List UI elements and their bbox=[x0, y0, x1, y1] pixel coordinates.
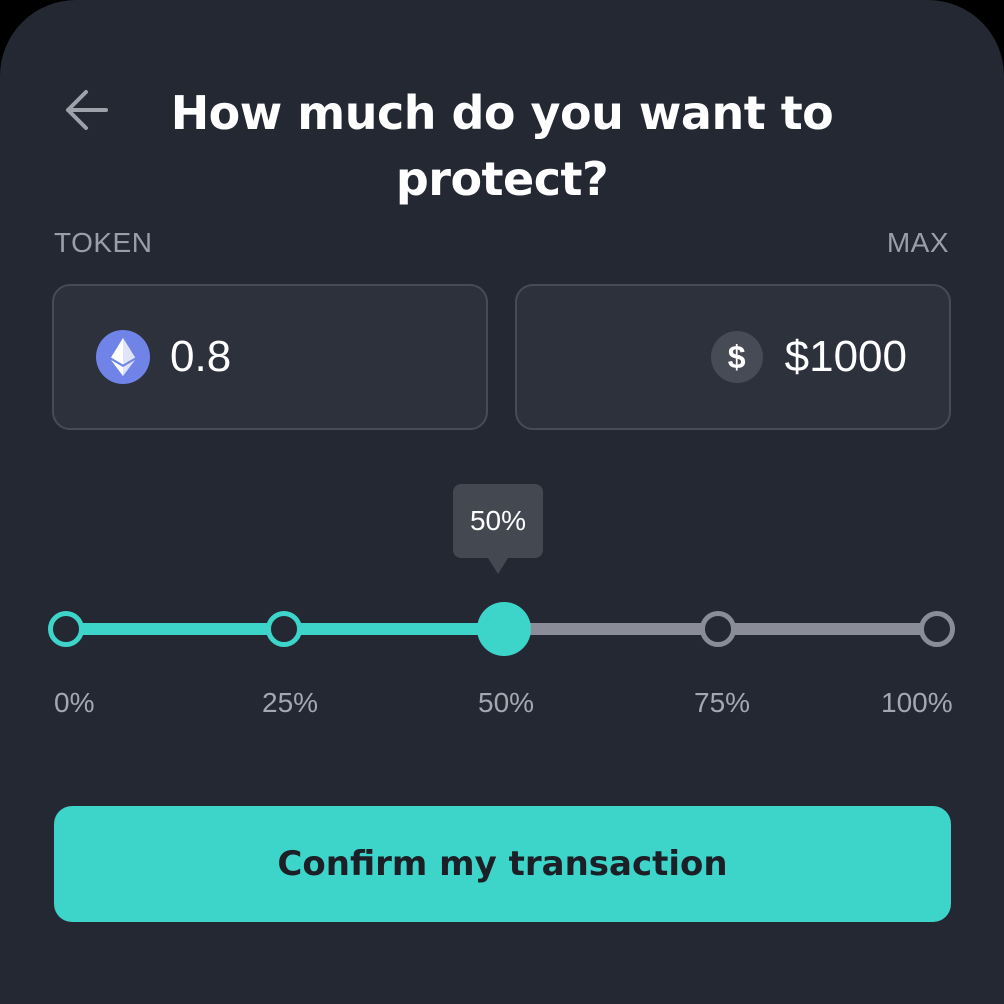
slider-tick-label: 25% bbox=[262, 687, 319, 718]
token-amount-field[interactable]: 0.8 bbox=[52, 284, 488, 430]
slider-stop-100[interactable] bbox=[919, 611, 955, 647]
slider-tick-label: 50% bbox=[478, 687, 535, 718]
page-title: How much do you want to protect? bbox=[170, 86, 834, 206]
slider-stop-75[interactable] bbox=[700, 611, 736, 647]
slider-tooltip: 50% bbox=[453, 484, 543, 574]
protect-card: How much do you want to protect? TOKEN M… bbox=[0, 0, 1004, 1004]
token-amount-value: 0.8 bbox=[170, 332, 232, 381]
back-button[interactable] bbox=[56, 80, 116, 140]
slider-tick-label: 0% bbox=[54, 687, 95, 718]
arrow-left-icon bbox=[66, 90, 108, 130]
usd-amount-value: $1000 bbox=[784, 332, 907, 381]
token-label: TOKEN bbox=[54, 227, 153, 258]
slider-stop-25[interactable] bbox=[266, 611, 302, 647]
percentage-slider[interactable] bbox=[0, 580, 1004, 680]
confirm-transaction-button[interactable]: Confirm my transaction bbox=[54, 806, 951, 922]
dollar-icon: $ bbox=[710, 331, 763, 383]
slider-thumb[interactable] bbox=[477, 602, 531, 656]
max-label[interactable]: MAX bbox=[887, 226, 949, 260]
slider-tick-label: 75% bbox=[694, 687, 751, 718]
slider-stop-0[interactable] bbox=[48, 611, 84, 647]
slider-tick-label: 100% bbox=[881, 687, 953, 718]
ethereum-icon bbox=[96, 330, 150, 384]
usd-amount-field[interactable]: $ $1000 bbox=[515, 284, 951, 430]
